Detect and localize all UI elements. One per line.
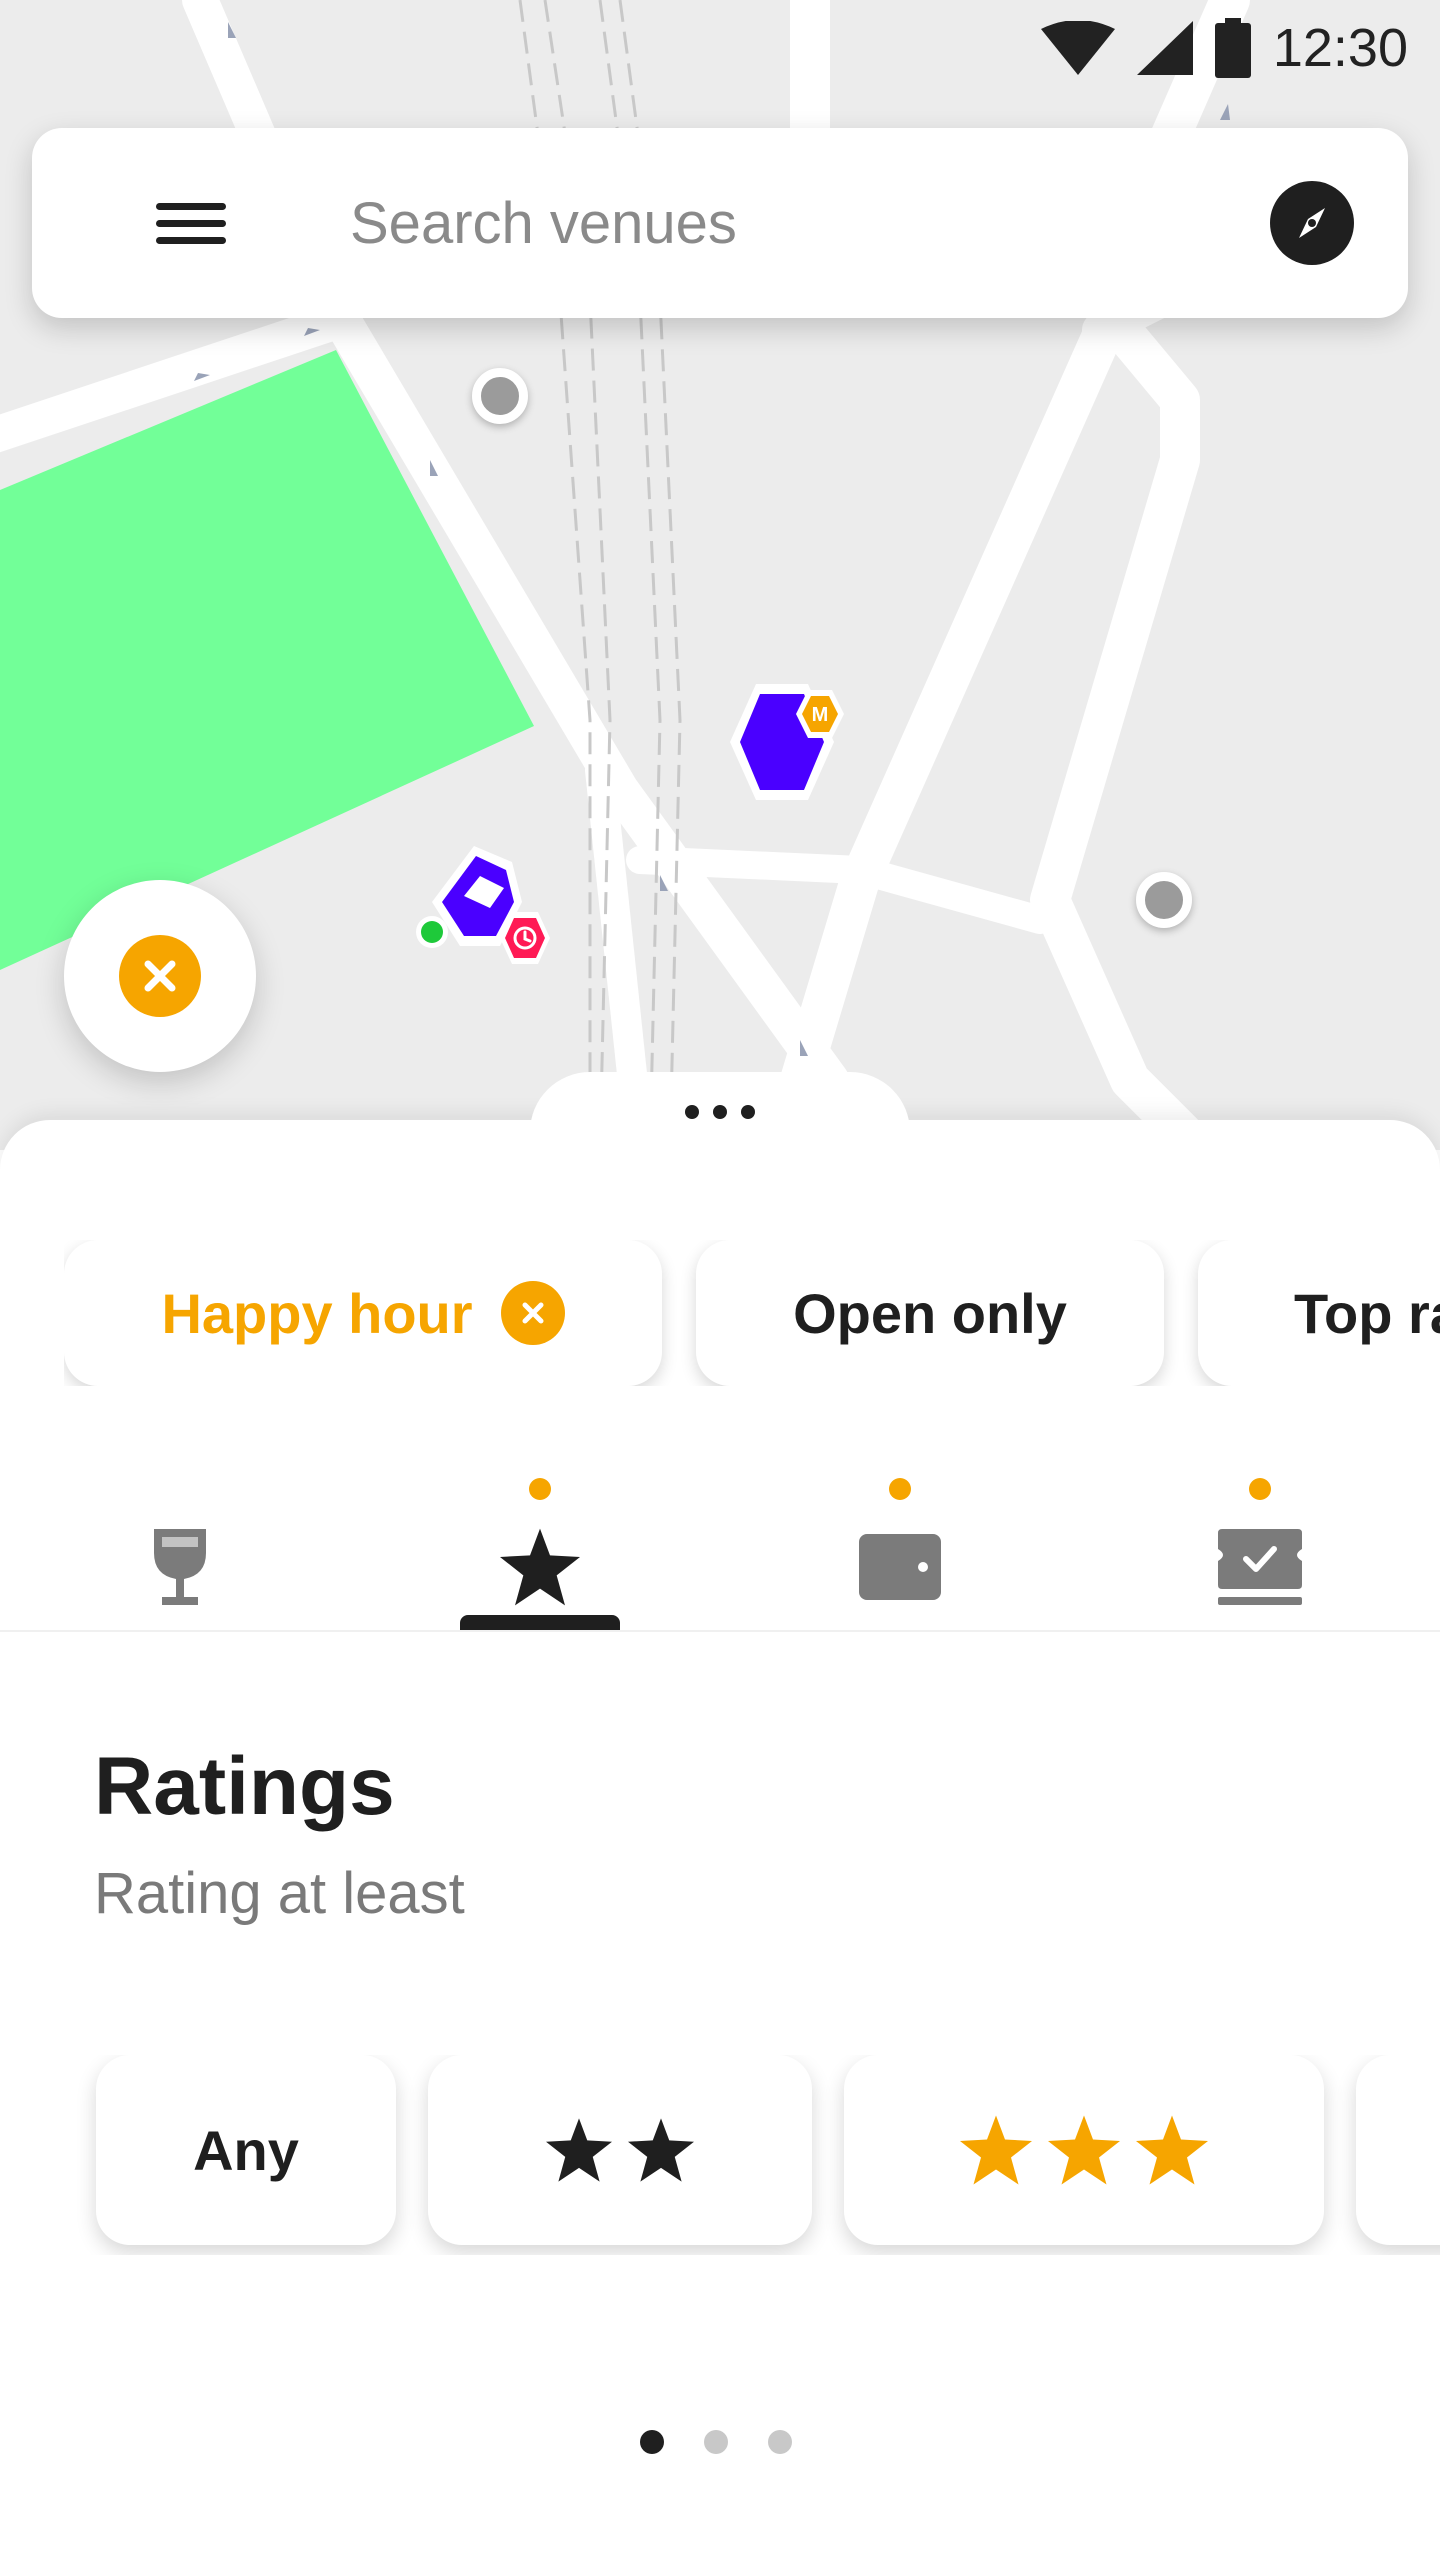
star-icon <box>1136 2115 1208 2185</box>
rating-option-2-stars[interactable] <box>428 2055 812 2245</box>
venue-pin-hexagon[interactable]: M <box>708 680 868 820</box>
filter-bottom-sheet: Happy hour Open only Top rated <box>0 1072 1440 2560</box>
category-tabs <box>0 1450 1440 1650</box>
wallet-icon <box>855 1522 945 1612</box>
wine-glass-icon <box>135 1522 225 1612</box>
status-bar: 12:30 <box>1040 0 1440 96</box>
search-input[interactable] <box>350 178 1210 268</box>
section-subtitle: Rating at least <box>94 1861 465 1926</box>
rating-option-3-stars[interactable] <box>844 2055 1324 2245</box>
map-pin-gray[interactable] <box>472 368 528 424</box>
chip-open-only[interactable]: Open only <box>696 1240 1164 1386</box>
star-icon <box>628 2118 694 2182</box>
hamburger-menu-icon[interactable] <box>156 203 226 245</box>
star-icon <box>1048 2115 1120 2185</box>
battery-icon <box>1214 18 1251 78</box>
ticket-icon <box>1215 1522 1305 1612</box>
chip-label: Happy hour <box>161 1281 473 1345</box>
remove-chip-icon[interactable] <box>500 1281 565 1345</box>
tab-price[interactable] <box>820 1450 980 1650</box>
cell-signal-icon <box>1136 21 1193 75</box>
svg-text:M: M <box>812 704 829 726</box>
clear-filters-button[interactable] <box>64 880 256 1072</box>
venue-pin-cube[interactable] <box>404 840 574 980</box>
page-dot[interactable] <box>704 2430 728 2454</box>
rating-option-4-stars[interactable] <box>1356 2055 1440 2245</box>
chip-happy-hour[interactable]: Happy hour <box>64 1240 662 1386</box>
star-icon <box>546 2118 612 2182</box>
page-dot-active[interactable] <box>640 2430 664 2454</box>
map-pin-gray[interactable] <box>1136 872 1192 928</box>
rating-option-label: Any <box>193 2118 299 2182</box>
section-title: Ratings <box>94 1741 395 1832</box>
rating-option-any[interactable]: Any <box>96 2055 396 2245</box>
wifi-icon <box>1040 21 1115 75</box>
sheet-drag-handle[interactable] <box>530 1072 910 1152</box>
tab-events[interactable] <box>1180 1450 1340 1650</box>
selected-tab-indicator <box>460 1615 620 1631</box>
close-icon <box>119 935 201 1017</box>
tab-drinks[interactable] <box>100 1450 260 1650</box>
chip-label: Top rated <box>1294 1281 1440 1345</box>
compass-icon[interactable] <box>1270 181 1354 265</box>
search-bar <box>32 128 1408 318</box>
star-icon <box>495 1522 585 1612</box>
page-indicator <box>640 2430 792 2454</box>
open-status-dot <box>421 921 443 943</box>
tab-badge-dot <box>529 1478 551 1500</box>
page-dot[interactable] <box>768 2430 792 2454</box>
star-icon <box>960 2115 1032 2185</box>
chip-top-rated[interactable]: Top rated <box>1198 1240 1440 1386</box>
chip-label: Open only <box>793 1281 1067 1345</box>
tab-badge-dot <box>1249 1478 1271 1500</box>
rating-options: Any <box>0 2055 1440 2255</box>
filter-chips: Happy hour Open only Top rated <box>64 1240 1440 1386</box>
status-time: 12:30 <box>1272 18 1408 78</box>
divider <box>0 1630 1440 1632</box>
tab-badge-dot <box>889 1478 911 1500</box>
